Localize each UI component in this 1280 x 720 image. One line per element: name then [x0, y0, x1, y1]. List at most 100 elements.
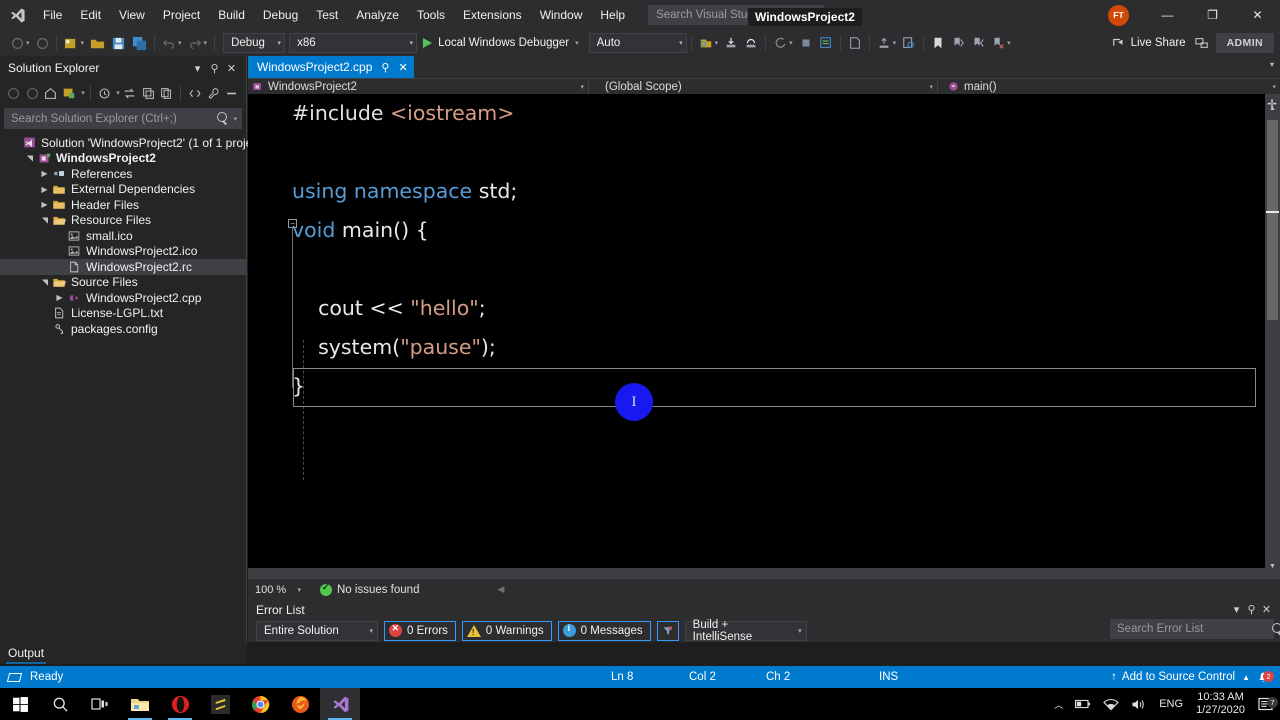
expand-twisty-icon[interactable]: ◢ — [25, 152, 34, 165]
undo-icon[interactable]: ▾ — [159, 32, 185, 54]
minimize-button[interactable]: — — [1145, 0, 1190, 30]
collapse-twisty-icon[interactable]: ▶ — [38, 200, 51, 209]
new-file-icon[interactable] — [845, 32, 865, 54]
tree-item[interactable]: ▶ References — [0, 166, 246, 182]
opera-button[interactable] — [160, 688, 200, 720]
panel-menu-icon[interactable]: ▾ — [1229, 603, 1244, 616]
pin-icon[interactable]: ⚲ — [381, 61, 389, 74]
collapse-twisty-icon[interactable]: ▶ — [38, 169, 51, 178]
toggle-bookmark-icon[interactable] — [928, 32, 948, 54]
menu-extensions[interactable]: Extensions — [454, 0, 531, 30]
pending-changes-caret-icon[interactable]: ▾ — [116, 89, 120, 97]
show-threads-icon[interactable] — [816, 32, 836, 54]
expand-twisty-icon[interactable]: ◢ — [40, 214, 49, 227]
save-all-icon[interactable] — [129, 32, 150, 54]
previous-bookmark-icon[interactable] — [948, 32, 968, 54]
preview-icon[interactable] — [223, 83, 241, 103]
open-file-icon[interactable] — [87, 32, 108, 54]
start-button[interactable] — [0, 688, 40, 720]
sublime-text-button[interactable] — [200, 688, 240, 720]
menu-window[interactable]: Window — [531, 0, 592, 30]
tree-item[interactable]: ◢ WindowsProject2 — [0, 151, 246, 167]
back-icon[interactable] — [5, 83, 23, 103]
step-into-icon[interactable] — [721, 32, 741, 54]
find-in-files-icon[interactable] — [899, 32, 919, 54]
clear-bookmarks-icon[interactable]: ▾ — [988, 32, 1014, 54]
volume-icon[interactable] — [1125, 698, 1153, 711]
code-editor[interactable]: − #include <iostream> using namespace st… — [248, 94, 1280, 578]
redo-icon[interactable]: ▾ — [185, 32, 211, 54]
error-list-search-input[interactable] — [1117, 623, 1271, 635]
navigate-forward-icon[interactable] — [33, 32, 52, 54]
close-button[interactable]: ✕ — [1235, 0, 1280, 30]
panel-menu-icon[interactable]: ▾ — [189, 62, 206, 75]
file-explorer-button[interactable] — [120, 688, 160, 720]
search-button[interactable] — [40, 688, 80, 720]
code-text[interactable]: #include <iostream> using namespace std;… — [292, 94, 517, 406]
feedback-icon[interactable] — [1192, 32, 1212, 54]
add-to-source-control-button[interactable]: Add to Source Control — [1122, 671, 1235, 683]
menu-file[interactable]: File — [34, 0, 71, 30]
restart-icon[interactable]: ▾ — [770, 32, 796, 54]
tab-windowsproject2-cpp[interactable]: WindowsProject2.cpp ⚲ ✕ — [248, 56, 414, 78]
switch-views-caret-icon[interactable]: ▾ — [81, 89, 85, 97]
new-project-icon[interactable]: ▾ — [61, 32, 88, 54]
task-view-button[interactable] — [80, 688, 120, 720]
scroll-up-icon[interactable]: ▲ — [1265, 105, 1280, 120]
messages-filter-button[interactable]: 0 Messages — [557, 620, 651, 641]
tree-item[interactable]: License-LGPL.txt — [0, 306, 246, 322]
menu-tools[interactable]: Tools — [408, 0, 454, 30]
switch-views-icon[interactable] — [61, 83, 79, 103]
refresh-icon[interactable] — [158, 83, 176, 103]
show-all-files-icon[interactable] — [186, 83, 204, 103]
scrollbar-thumb[interactable] — [1267, 120, 1278, 320]
save-icon[interactable] — [108, 32, 129, 54]
solution-platform-select[interactable]: x86 ▾ — [289, 33, 418, 53]
build-filter-select[interactable]: Build + IntelliSense ▾ — [684, 619, 807, 643]
clock[interactable]: 10:33 AM 1/27/2020 — [1189, 691, 1252, 717]
error-list-search[interactable]: ▾ — [1110, 619, 1280, 639]
forward-icon[interactable] — [24, 83, 42, 103]
tree-item[interactable]: WindowsProject2.ico — [0, 244, 246, 260]
stop-debugging-icon[interactable] — [796, 32, 816, 54]
issues-prev-icon[interactable]: ◀ — [497, 584, 504, 595]
solution-configuration-select[interactable]: Debug ▾ — [223, 33, 286, 53]
user-avatar[interactable]: FT — [1108, 4, 1129, 26]
chevron-up-icon[interactable]: ▲ — [1242, 673, 1250, 682]
search-options-caret-icon[interactable]: ▾ — [233, 115, 237, 123]
tree-item[interactable]: ▶ WindowsProject2.cpp — [0, 290, 246, 306]
zoom-level-select[interactable]: 100 % ▾ — [252, 581, 304, 599]
menu-debug[interactable]: Debug — [254, 0, 307, 30]
output-panel-tab[interactable]: Output — [0, 642, 247, 664]
menu-build[interactable]: Build — [209, 0, 254, 30]
restore-button[interactable]: ❐ — [1190, 0, 1235, 30]
nav-member-select[interactable]: main() ▾ — [938, 79, 1280, 95]
horizontal-scrollbar[interactable] — [248, 568, 1265, 578]
vertical-scrollbar[interactable]: ✛ ▲ ▼ — [1265, 94, 1280, 578]
tree-item[interactable]: WindowsProject2.rc — [0, 259, 246, 275]
debug-target-select[interactable]: Auto ▾ — [588, 33, 687, 53]
pin-icon[interactable]: ⚲ — [1244, 603, 1259, 616]
close-icon[interactable]: ✕ — [223, 62, 240, 75]
close-icon[interactable]: ✕ — [1259, 603, 1274, 616]
visual-studio-button[interactable] — [320, 688, 360, 720]
start-debugging-button[interactable]: Local Windows Debugger ▾ — [417, 32, 585, 54]
chrome-button[interactable] — [240, 688, 280, 720]
close-icon[interactable]: ✕ — [398, 61, 407, 74]
collapse-twisty-icon[interactable]: ▶ — [38, 185, 51, 194]
language-indicator[interactable]: ENG — [1153, 698, 1189, 710]
scroll-down-icon[interactable]: ▼ — [1265, 563, 1280, 578]
menu-view[interactable]: View — [110, 0, 154, 30]
error-scope-select[interactable]: Entire Solution ▾ — [256, 620, 378, 641]
live-share-button[interactable]: Live Share — [1106, 32, 1192, 54]
collapse-twisty-icon[interactable]: ▶ — [53, 293, 66, 302]
tree-item[interactable]: Solution 'WindowsProject2' (1 of 1 proje… — [0, 135, 266, 151]
tree-item[interactable]: ◢ Source Files — [0, 275, 246, 291]
pending-changes-icon[interactable] — [96, 83, 114, 103]
next-bookmark-icon[interactable] — [968, 32, 988, 54]
menu-help[interactable]: Help — [591, 0, 634, 30]
step-out-icon[interactable]: ▾ — [874, 32, 900, 54]
clear-filter-button[interactable] — [656, 620, 679, 641]
pin-icon[interactable]: ⚲ — [206, 62, 223, 75]
nav-scope-select[interactable]: (Global Scope) ▾ — [589, 79, 937, 95]
